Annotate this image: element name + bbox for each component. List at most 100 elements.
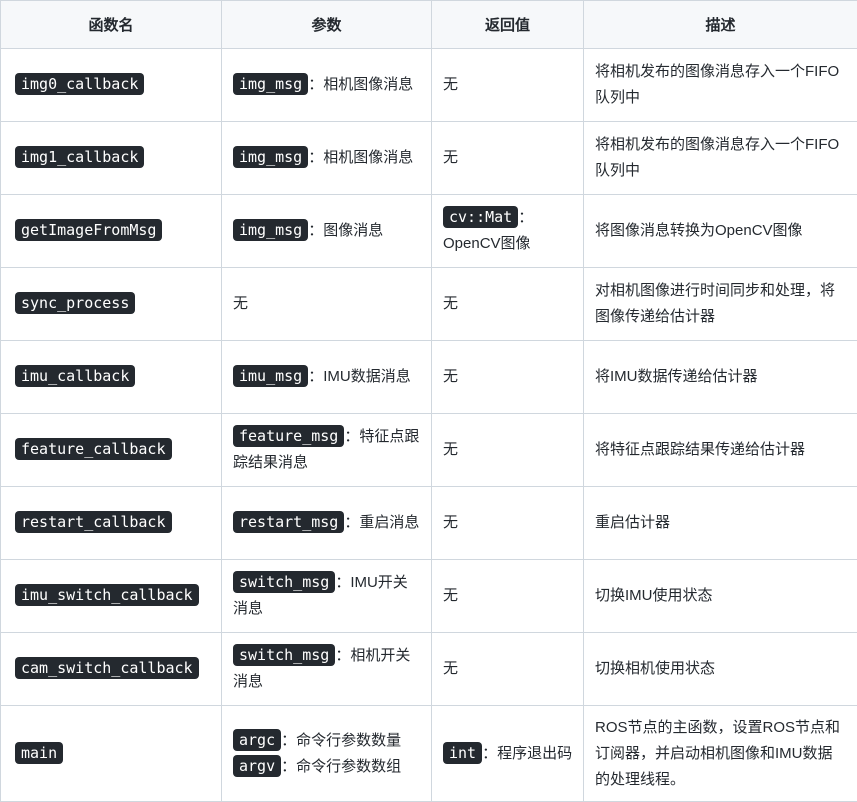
param-code: switch_msg [233, 644, 336, 666]
description-text: 切换相机使用状态 [595, 660, 716, 677]
params-cell: img_msg ：相机图像消息 [221, 121, 432, 195]
return-cell: 无 [431, 413, 584, 487]
function-name: cam_switch_callback [15, 657, 199, 679]
description-cell: 将相机发布的图像消息存入一个FIFO队列中 [583, 121, 857, 195]
function-name-cell: img1_callback [0, 121, 222, 195]
param-text: ：图像消息 [308, 222, 384, 239]
table-row: sync_process 无 无 对相机图像进行时间同步和处理，将图像传递给估计器 [0, 267, 857, 341]
return-cell: int ：程序退出码 [431, 705, 584, 802]
param-code: feature_msg [233, 425, 345, 447]
params-cell: img_msg ：相机图像消息 [221, 48, 432, 122]
header-description: 描述 [583, 0, 857, 49]
return-text: ：程序退出码 [482, 744, 573, 762]
param-code: img_msg [233, 219, 309, 241]
function-name: sync_process [15, 292, 136, 314]
param-code: switch_msg [233, 571, 336, 593]
function-name: imu_switch_callback [15, 584, 199, 606]
return-text: 无 [443, 441, 459, 458]
table-row: restart_callback restart_msg ：重启消息无 重启估计器 [0, 486, 857, 560]
function-name-cell: imu_switch_callback [0, 559, 222, 633]
table-row-main: main argc ：命令行参数数量 argv ：命令行参数数组 int ：程序退出码 ROS… [0, 705, 857, 802]
function-name: img0_callback [15, 73, 145, 95]
function-name-cell: getImageFromMsg [0, 194, 222, 268]
param-text: ：相机图像消息 [308, 76, 414, 93]
function-name-cell: img0_callback [0, 48, 222, 122]
header-return: 返回值 [431, 0, 584, 49]
function-name: feature_callback [15, 438, 172, 460]
description-text: 切换IMU使用状态 [595, 587, 713, 604]
param-code: argc [233, 728, 282, 751]
function-name-cell: main [0, 705, 222, 802]
params-cell: restart_msg ：重启消息 [221, 486, 432, 560]
description-cell: ROS节点的主函数，设置ROS节点和订阅器，并启动相机图像和IMU数据的处理线程… [583, 705, 857, 802]
description-text: 对相机图像进行时间同步和处理，将图像传递给估计器 [595, 282, 836, 325]
return-cell: 无 [431, 632, 584, 706]
description-text: 将相机发布的图像消息存入一个FIFO队列中 [595, 63, 840, 106]
header-row: 函数名 参数 返回值 描述 [0, 0, 857, 49]
return-code: int [443, 741, 483, 764]
return-cell: 无 [431, 267, 584, 341]
param-code: img_msg [233, 146, 309, 168]
description-cell: 对相机图像进行时间同步和处理，将图像传递给估计器 [583, 267, 857, 341]
return-cell: cv::Mat ：OpenCV图像 [431, 194, 584, 268]
table-row: imu_switch_callback switch_msg ：IMU开关消息无 切换… [0, 559, 857, 633]
description-cell: 重启估计器 [583, 486, 857, 560]
description-text: 将相机发布的图像消息存入一个FIFO队列中 [595, 136, 840, 179]
return-text: 无 [443, 149, 459, 166]
param-line: argv ：命令行参数数组 [233, 754, 421, 780]
function-name: imu_callback [15, 365, 136, 387]
description-text: 将特征点跟踪结果传递给估计器 [595, 441, 806, 458]
function-name: getImageFromMsg [15, 219, 163, 241]
return-text: 无 [443, 368, 459, 385]
params-cell: img_msg ：图像消息 [221, 194, 432, 268]
return-code: cv::Mat [443, 206, 519, 228]
description-text: 重启估计器 [595, 514, 671, 531]
param-text: 无 [233, 295, 249, 312]
description-cell: 切换IMU使用状态 [583, 559, 857, 633]
description-cell: 将特征点跟踪结果传递给估计器 [583, 413, 857, 487]
params-cell: feature_msg ：特征点跟踪结果消息 [221, 413, 432, 487]
function-name-cell: sync_process [0, 267, 222, 341]
params-cell: switch_msg ：相机开关消息 [221, 632, 432, 706]
return-cell: 无 [431, 486, 584, 560]
description-text: ROS节点的主函数，设置ROS节点和订阅器，并启动相机图像和IMU数据的处理线程… [595, 718, 841, 788]
description-cell: 将图像消息转换为OpenCV图像 [583, 194, 857, 268]
param-text: ：命令行参数数量 [281, 731, 402, 749]
params-cell: imu_msg ：IMU数据消息 [221, 340, 432, 414]
table-row: getImageFromMsg img_msg ：图像消息 cv::Mat ：OpenC… [0, 194, 857, 268]
table-row: feature_callback feature_msg ：特征点跟踪结果消息无 将特… [0, 413, 857, 487]
description-text: 将IMU数据传递给估计器 [595, 368, 758, 385]
return-text: 无 [443, 660, 459, 677]
return-text: 无 [443, 76, 459, 93]
return-text: 无 [443, 587, 459, 604]
description-text: 将图像消息转换为OpenCV图像 [595, 222, 803, 239]
param-line: argc ：命令行参数数量 [233, 728, 421, 754]
description-cell: 将IMU数据传递给估计器 [583, 340, 857, 414]
function-name: main [15, 741, 64, 764]
function-name-cell: feature_callback [0, 413, 222, 487]
return-cell: 无 [431, 559, 584, 633]
description-cell: 切换相机使用状态 [583, 632, 857, 706]
function-name: img1_callback [15, 146, 145, 168]
param-code: imu_msg [233, 365, 309, 387]
table-row: cam_switch_callback switch_msg ：相机开关消息无 切换相… [0, 632, 857, 706]
return-text: 无 [443, 514, 459, 531]
param-code: img_msg [233, 73, 309, 95]
params-cell: 无 [221, 267, 432, 341]
return-cell: 无 [431, 48, 584, 122]
table-row: img0_callback img_msg ：相机图像消息无将相机发布的图像消息存入… [0, 48, 857, 122]
function-name-cell: restart_callback [0, 486, 222, 560]
function-name-cell: imu_callback [0, 340, 222, 414]
function-table: 函数名 参数 返回值 描述 img0_callback img_msg ：相机图像消… [0, 0, 857, 802]
param-text: ：命令行参数数组 [281, 757, 402, 775]
description-cell: 将相机发布的图像消息存入一个FIFO队列中 [583, 48, 857, 122]
return-text: 无 [443, 295, 459, 312]
params-cell: argc ：命令行参数数量 argv ：命令行参数数组 [221, 705, 432, 802]
param-code: restart_msg [233, 511, 345, 533]
params-cell: switch_msg ：IMU开关消息 [221, 559, 432, 633]
header-params: 参数 [221, 0, 432, 49]
param-text: ：IMU数据消息 [308, 368, 411, 385]
return-cell: 无 [431, 121, 584, 195]
function-name-cell: cam_switch_callback [0, 632, 222, 706]
param-text: ：相机图像消息 [308, 149, 414, 166]
